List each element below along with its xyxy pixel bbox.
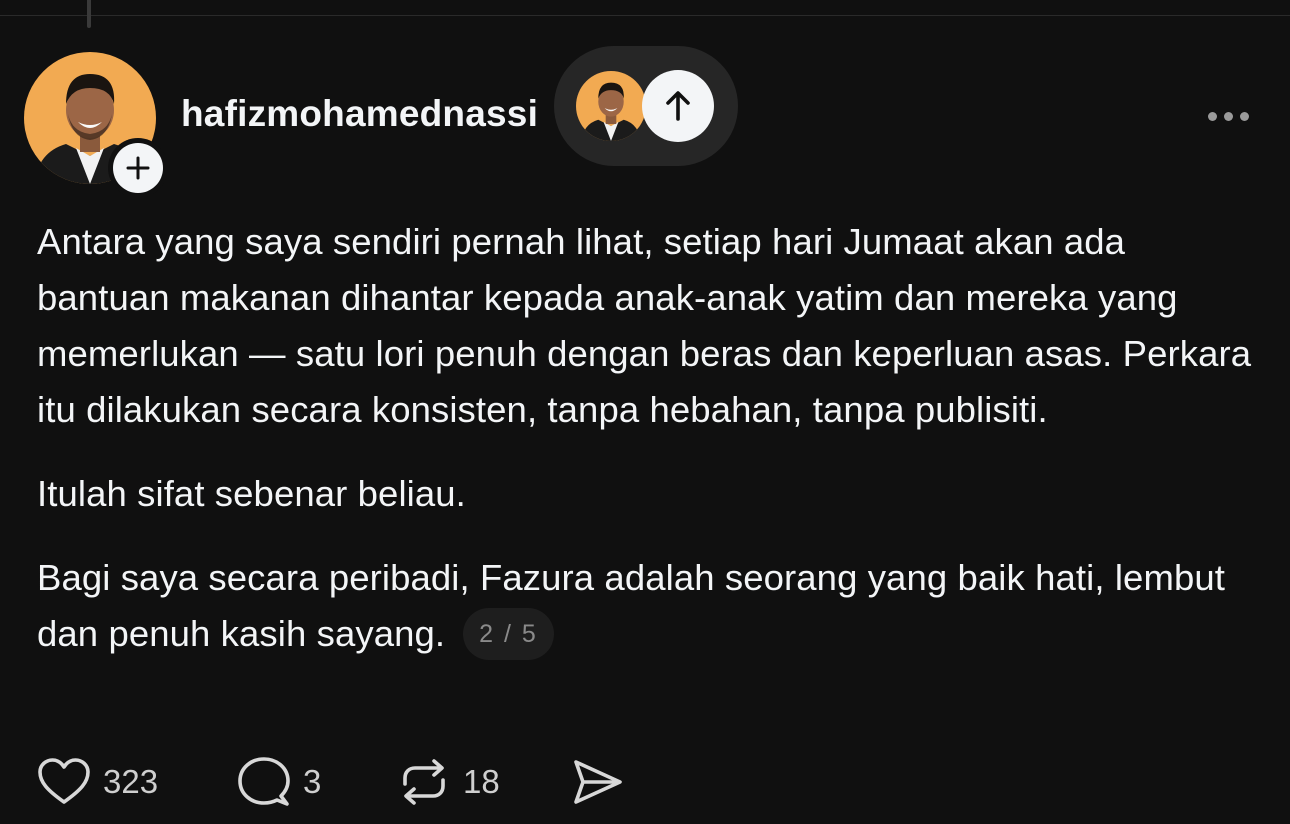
ellipsis-icon <box>1223 111 1233 121</box>
scroll-up-button[interactable] <box>642 70 714 142</box>
post-paragraph: Bagi saya secara peribadi, Fazura adalah… <box>37 550 1267 662</box>
like-button[interactable]: 323 <box>37 757 237 807</box>
thread-connector-line <box>87 0 91 28</box>
ellipsis-icon <box>1239 111 1249 121</box>
author-username[interactable]: hafizmohamednassi <box>181 93 553 135</box>
like-count: 323 <box>103 763 159 800</box>
ellipsis-icon <box>1207 111 1217 121</box>
repost-button[interactable]: 18 <box>397 756 571 808</box>
arrow-up-icon <box>666 91 690 121</box>
heart-icon <box>38 758 90 804</box>
action-bar: 323 3 18 <box>37 752 625 812</box>
divider <box>0 15 1290 16</box>
reply-count: 3 <box>303 763 322 800</box>
author-avatar-group[interactable] <box>24 52 168 198</box>
repost-count: 18 <box>463 763 500 800</box>
post-paragraph-text: Bagi saya secara peribadi, Fazura adalah… <box>37 557 1225 654</box>
page-indicator-badge: 2 / 5 <box>463 608 554 660</box>
post-body: Antara yang saya sendiri pernah lihat, s… <box>37 214 1267 662</box>
thread-post: hafizmohamednassi Antara yang saya sendi… <box>0 0 1290 824</box>
reply-button[interactable]: 3 <box>237 756 397 808</box>
more-options-button[interactable] <box>1196 100 1260 132</box>
repost-icon <box>403 759 445 805</box>
plus-icon <box>126 156 150 180</box>
post-paragraph: Itulah sifat sebenar beliau. <box>37 473 466 514</box>
scroll-to-top-pill[interactable] <box>554 46 738 166</box>
follow-button[interactable] <box>108 138 168 198</box>
share-button[interactable] <box>571 757 625 807</box>
comment-icon <box>238 757 290 806</box>
profile-photo-icon <box>581 82 641 141</box>
follow-button-inner <box>113 143 163 193</box>
post-paragraph: Antara yang saya sendiri pernah lihat, s… <box>37 221 1252 430</box>
send-icon <box>574 760 622 804</box>
mini-avatar <box>576 71 646 141</box>
